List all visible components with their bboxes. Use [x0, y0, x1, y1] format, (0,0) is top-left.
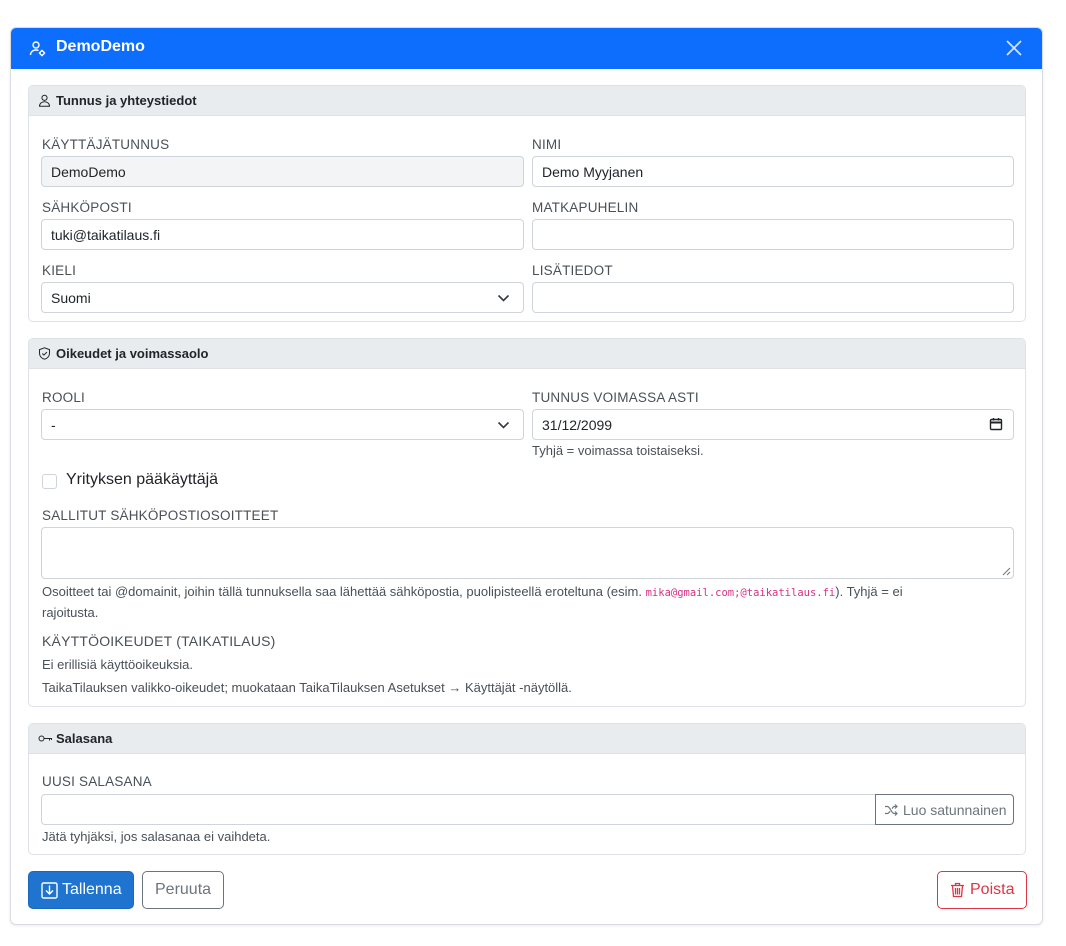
- new-password-label: UUSI SALASANA: [42, 774, 152, 789]
- name-label: NIMI: [532, 137, 562, 152]
- name-input[interactable]: Demo Myyjanen: [532, 156, 1014, 187]
- username-field: DemoDemo: [41, 156, 524, 187]
- allowed-emails-textarea[interactable]: [41, 527, 1014, 579]
- person-icon: [38, 94, 51, 107]
- section-title: Salasana: [56, 731, 113, 746]
- cancel-button[interactable]: Peruuta: [142, 871, 224, 909]
- delete-button[interactable]: Poista: [937, 871, 1027, 909]
- save-download-icon: [41, 882, 58, 899]
- section-title: Tunnus ja yhteystiedot: [56, 93, 197, 108]
- key-icon: [38, 735, 52, 742]
- dialog-title: DemoDemo: [56, 38, 145, 55]
- extra-info-label: LISÄTIEDOT: [532, 263, 613, 278]
- new-password-input[interactable]: [41, 794, 877, 825]
- section-title: Oikeudet ja voimassaolo: [56, 346, 209, 361]
- close-icon[interactable]: [1003, 37, 1025, 59]
- allowed-hint-example: mika@gmail.com;@taikatilaus.fi: [645, 587, 836, 599]
- company-admin-checkbox[interactable]: [42, 474, 57, 489]
- shield-check-icon: [39, 347, 50, 360]
- chevron-down-icon: [497, 421, 510, 429]
- allowed-emails-label: SALLITUT SÄHKÖPOSTIOSOITTEET: [42, 508, 279, 523]
- permissions-note: TaikaTilauksen valikko-oikeudet; muokata…: [42, 680, 572, 695]
- permissions-label: KÄYTTÖOIKEUDET (TAIKATILAUS): [42, 633, 276, 649]
- allowed-hint-text: Osoitteet tai @domainit, joihin tällä tu…: [42, 584, 646, 599]
- role-value: -: [51, 417, 56, 433]
- password-section: Salasana UUSI SALASANA Luo satunnainen J…: [28, 723, 1026, 855]
- contact-section: Tunnus ja yhteystiedot KÄYTTÄJÄTUNNUS De…: [28, 85, 1026, 322]
- allowed-hint-line2: rajoitusta.: [42, 605, 99, 620]
- mobile-input[interactable]: [532, 219, 1014, 250]
- email-label: SÄHKÖPOSTI: [42, 200, 132, 215]
- rights-section: Oikeudet ja voimassaolo ROOLI - TUNNUS V…: [28, 338, 1026, 707]
- save-label: Tallenna: [62, 881, 122, 898]
- generate-random-label: Luo satunnainen: [903, 802, 1007, 818]
- shuffle-icon: [885, 804, 898, 816]
- allowed-hint-text-end: ). Tyhjä = ei: [835, 584, 903, 599]
- cancel-label: Peruuta: [155, 881, 212, 898]
- delete-label: Poista: [970, 881, 1015, 898]
- email-input[interactable]: tuki@taikatilaus.fi: [41, 219, 524, 250]
- calendar-icon[interactable]: [989, 417, 1003, 431]
- trash-icon: [951, 882, 964, 898]
- dialog-header: DemoDemo: [11, 28, 1042, 69]
- user-gear-icon: [29, 41, 46, 57]
- save-button[interactable]: Tallenna: [28, 871, 134, 909]
- valid-until-date-input[interactable]: 31/12/2099: [532, 409, 1014, 440]
- rights-section-header: Oikeudet ja voimassaolo: [29, 339, 1025, 369]
- username-label: KÄYTTÄJÄTUNNUS: [42, 137, 170, 152]
- company-admin-label[interactable]: Yrityksen pääkäyttäjä: [66, 471, 218, 489]
- generate-random-button[interactable]: Luo satunnainen: [875, 794, 1014, 825]
- valid-until-label: TUNNUS VOIMASSA ASTI: [532, 390, 699, 405]
- new-password-hint: Jätä tyhjäksi, jos salasanaa ei vaihdeta…: [42, 829, 271, 844]
- allowed-emails-hint: Osoitteet tai @domainit, joihin tällä tu…: [42, 582, 1002, 623]
- mobile-label: MATKAPUHELIN: [532, 200, 639, 215]
- language-select[interactable]: Suomi: [41, 282, 524, 313]
- password-section-header: Salasana: [29, 724, 1025, 754]
- contact-section-header: Tunnus ja yhteystiedot: [29, 86, 1025, 116]
- valid-until-value: 31/12/2099: [542, 417, 613, 433]
- chevron-down-icon: [497, 294, 510, 302]
- extra-info-input[interactable]: [532, 282, 1014, 313]
- permissions-none-text: Ei erillisiä käyttöoikeuksia.: [42, 657, 194, 672]
- language-value: Suomi: [51, 290, 91, 306]
- language-label: KIELI: [42, 263, 77, 278]
- role-label: ROOLI: [42, 390, 86, 405]
- user-edit-dialog: DemoDemo Tunnus ja yhteystiedot KÄYTTÄJÄ…: [10, 27, 1043, 925]
- role-select[interactable]: -: [41, 409, 524, 440]
- valid-until-hint: Tyhjä = voimassa toistaiseksi.: [532, 443, 704, 458]
- resize-handle-icon[interactable]: [1002, 567, 1011, 576]
